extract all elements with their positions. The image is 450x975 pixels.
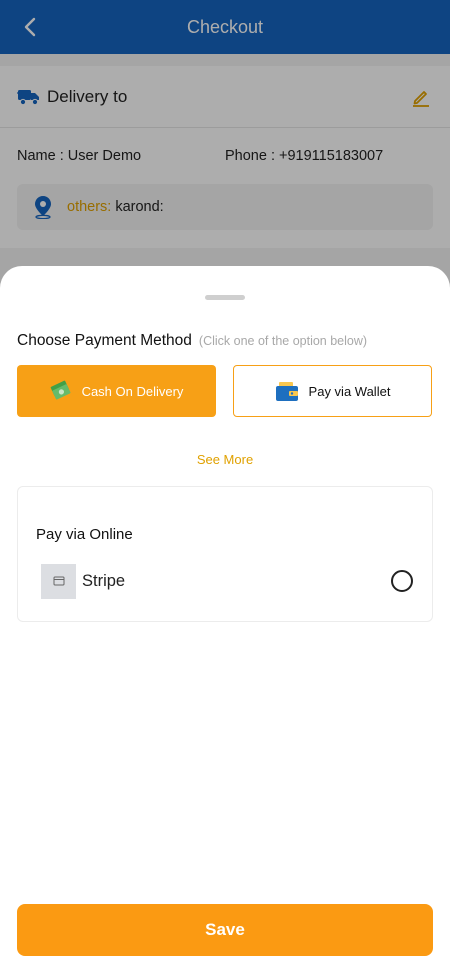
payment-method-title: Choose Payment Method xyxy=(17,332,192,349)
pay-via-wallet-label: Pay via Wallet xyxy=(308,383,391,399)
cash-on-delivery-label: Cash On Delivery xyxy=(81,383,184,399)
save-button[interactable]: Save xyxy=(17,904,433,956)
pay-via-wallet-button[interactable]: Pay via Wallet xyxy=(233,365,432,417)
stripe-option[interactable]: Stripe xyxy=(41,563,413,599)
wallet-icon xyxy=(275,380,299,402)
online-payment-title: Pay via Online xyxy=(36,526,133,543)
cash-on-delivery-button[interactable]: Cash On Delivery xyxy=(17,365,216,417)
online-payment-card: Pay via Online Stripe xyxy=(17,486,433,622)
cash-icon xyxy=(50,379,72,403)
payment-bottom-sheet: Choose Payment Method (Click one of the … xyxy=(0,266,450,975)
see-more-link[interactable]: See More xyxy=(0,452,450,467)
payment-method-heading: Choose Payment Method (Click one of the … xyxy=(17,332,367,350)
stripe-label: Stripe xyxy=(82,571,126,590)
drag-handle[interactable] xyxy=(205,295,245,300)
stripe-radio-button[interactable] xyxy=(391,570,413,592)
payment-method-hint: (Click one of the option below) xyxy=(198,334,368,348)
stripe-logo-icon xyxy=(41,563,76,599)
